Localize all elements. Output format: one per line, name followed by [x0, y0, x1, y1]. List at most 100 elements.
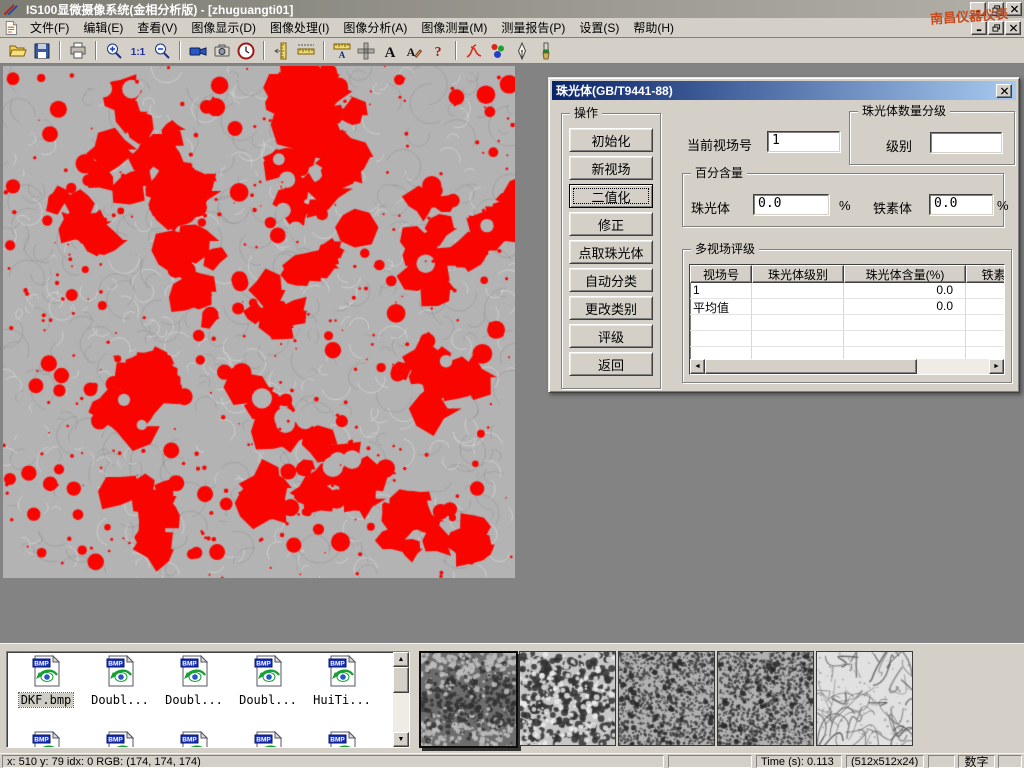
bmp-file-icon: BMP — [179, 731, 209, 748]
classify-tool-icon[interactable] — [486, 39, 510, 62]
bottom-panel: BMP DKF.bmp BMP Doubl... BMP Doubl... — [0, 643, 1024, 753]
file-item[interactable]: BMP — [231, 731, 305, 748]
pearlite-label: 珠光体 — [691, 198, 730, 217]
bmp-file-icon: BMP — [253, 731, 283, 748]
file-item[interactable]: BMP Doubl... — [83, 655, 157, 707]
file-item[interactable]: BMP — [9, 731, 83, 748]
menu-item[interactable]: 文件(F) — [23, 17, 76, 38]
zoom-in-icon[interactable] — [102, 39, 126, 62]
file-item[interactable]: BMP HuiTi... — [305, 655, 379, 707]
operation-button[interactable]: 自动分类 — [569, 268, 653, 292]
thumbnail-image-2[interactable] — [519, 651, 616, 746]
thumbnail-image-1[interactable] — [419, 651, 518, 748]
dialog-title: 珠光体(GB/T9441-88) — [556, 82, 673, 99]
ferrite-percent-input[interactable]: 0.0 — [929, 194, 993, 215]
file-item[interactable]: BMP — [157, 731, 231, 748]
measure-text-icon[interactable]: A — [330, 39, 354, 62]
operation-button[interactable]: 二值化 — [569, 184, 653, 208]
table-row[interactable]: 平均值 0.0 — [690, 299, 1004, 315]
operation-button[interactable]: 修正 — [569, 212, 653, 236]
menu-item[interactable]: 测量报告(P) — [494, 17, 572, 38]
table-header-cell[interactable]: 铁素体含量(%) — [966, 265, 1005, 283]
ruler-icon[interactable] — [294, 39, 318, 62]
rating-table-header: 视场号珠光体级别珠光体含量(%)铁素体含量(%) — [690, 265, 1004, 283]
svg-text:BMP: BMP — [108, 661, 123, 668]
mdi-close-icon[interactable] — [1005, 21, 1021, 35]
file-item[interactable]: BMP DKF.bmp — [9, 655, 83, 707]
menu-item[interactable]: 设置(S) — [572, 17, 626, 38]
bmp-file-icon: BMP — [105, 655, 135, 692]
table-horizontal-scrollbar[interactable]: ◄ ► — [690, 359, 1004, 374]
scrollbar-thumb[interactable] — [393, 667, 409, 693]
pearlite-percent-input[interactable]: 0.0 — [753, 194, 829, 215]
file-list-scrollbar[interactable]: ▲ ▼ — [393, 652, 409, 747]
menu-item[interactable]: 图像测量(M) — [414, 17, 494, 38]
table-header-cell[interactable]: 视场号 — [690, 265, 752, 283]
caliper-icon[interactable] — [270, 39, 294, 62]
text-edit-icon[interactable]: A — [402, 39, 426, 62]
level-input[interactable] — [930, 132, 1002, 153]
scroll-left-icon[interactable]: ◄ — [690, 359, 705, 374]
menu-item[interactable]: 图像处理(I) — [263, 17, 336, 38]
curve-tool-icon[interactable] — [462, 39, 486, 62]
operation-button[interactable]: 评级 — [569, 324, 653, 348]
menu-item[interactable]: 图像显示(D) — [184, 17, 263, 38]
file-item[interactable]: BMP Doubl... — [157, 655, 231, 707]
text-annotate-icon[interactable]: A — [378, 39, 402, 62]
zoom-out-icon[interactable] — [150, 39, 174, 62]
thumbnail-image-5[interactable] — [816, 651, 913, 746]
table-row[interactable] — [690, 315, 1004, 331]
operation-button[interactable]: 初始化 — [569, 128, 653, 152]
print-icon[interactable] — [66, 39, 90, 62]
file-item[interactable]: BMP Doubl... — [231, 655, 305, 707]
bmp-file-icon: BMP — [179, 655, 209, 692]
dialog-close-icon[interactable] — [996, 84, 1012, 98]
table-row[interactable] — [690, 331, 1004, 347]
scroll-down-icon[interactable]: ▼ — [393, 732, 409, 747]
scrollbar-thumb[interactable] — [705, 359, 917, 374]
mode-indicator: 数字 — [958, 755, 995, 768]
menu-item[interactable]: 图像分析(A) — [336, 17, 414, 38]
level-label: 级别 — [886, 136, 912, 155]
metallograph-image[interactable] — [3, 66, 515, 578]
menu-item[interactable]: 查看(V) — [130, 17, 184, 38]
snapshot-icon[interactable] — [210, 39, 234, 62]
file-name: Doubl... — [237, 693, 299, 707]
menu-item[interactable]: 编辑(E) — [76, 17, 130, 38]
file-item[interactable]: BMP — [305, 731, 379, 748]
app-icon — [2, 1, 20, 17]
operation-button[interactable]: 新视场 — [569, 156, 653, 180]
actual-size-icon[interactable]: 1:1 — [126, 39, 150, 62]
scroll-up-icon[interactable]: ▲ — [393, 652, 409, 667]
file-item[interactable]: BMP — [83, 731, 157, 748]
grid-measure-icon[interactable] — [354, 39, 378, 62]
timer-icon[interactable] — [234, 39, 258, 62]
file-name: Doubl... — [89, 693, 151, 707]
image-resolution: (512x512x24) — [846, 755, 924, 768]
close-icon[interactable] — [1006, 2, 1022, 16]
menu-item[interactable]: 帮助(H) — [626, 17, 681, 38]
cursor-info: x: 510 y: 79 idx: 0 RGB: (174, 174, 174) — [2, 755, 664, 768]
table-header-cell[interactable]: 珠光体含量(%) — [844, 265, 966, 283]
table-row[interactable]: 1 0.0 — [690, 283, 1004, 299]
dialog-title-bar[interactable]: 珠光体(GB/T9441-88) — [552, 81, 1016, 100]
file-name: Doubl... — [163, 693, 225, 707]
help-icon[interactable]: ? — [426, 39, 450, 62]
open-file-icon[interactable] — [6, 39, 30, 62]
thumbnail-image-3[interactable] — [618, 651, 715, 746]
multifield-group-label: 多视场评级 — [691, 242, 759, 256]
operation-button[interactable]: 点取珠光体 — [569, 240, 653, 264]
bmp-file-icon: BMP — [105, 731, 135, 748]
thumbnail-image-4[interactable] — [717, 651, 814, 746]
brush-tool-icon[interactable] — [534, 39, 558, 62]
operation-button[interactable]: 更改类别 — [569, 296, 653, 320]
save-icon[interactable] — [30, 39, 54, 62]
processing-time: Time (s): 0.113 — [756, 755, 842, 768]
table-header-cell[interactable]: 珠光体级别 — [752, 265, 844, 283]
pen-tool-icon[interactable] — [510, 39, 534, 62]
current-field-input[interactable]: 1 — [767, 131, 840, 152]
operation-button[interactable]: 返回 — [569, 352, 653, 376]
video-capture-icon[interactable] — [186, 39, 210, 62]
svg-text:A: A — [385, 45, 396, 61]
scroll-right-icon[interactable]: ► — [989, 359, 1004, 374]
